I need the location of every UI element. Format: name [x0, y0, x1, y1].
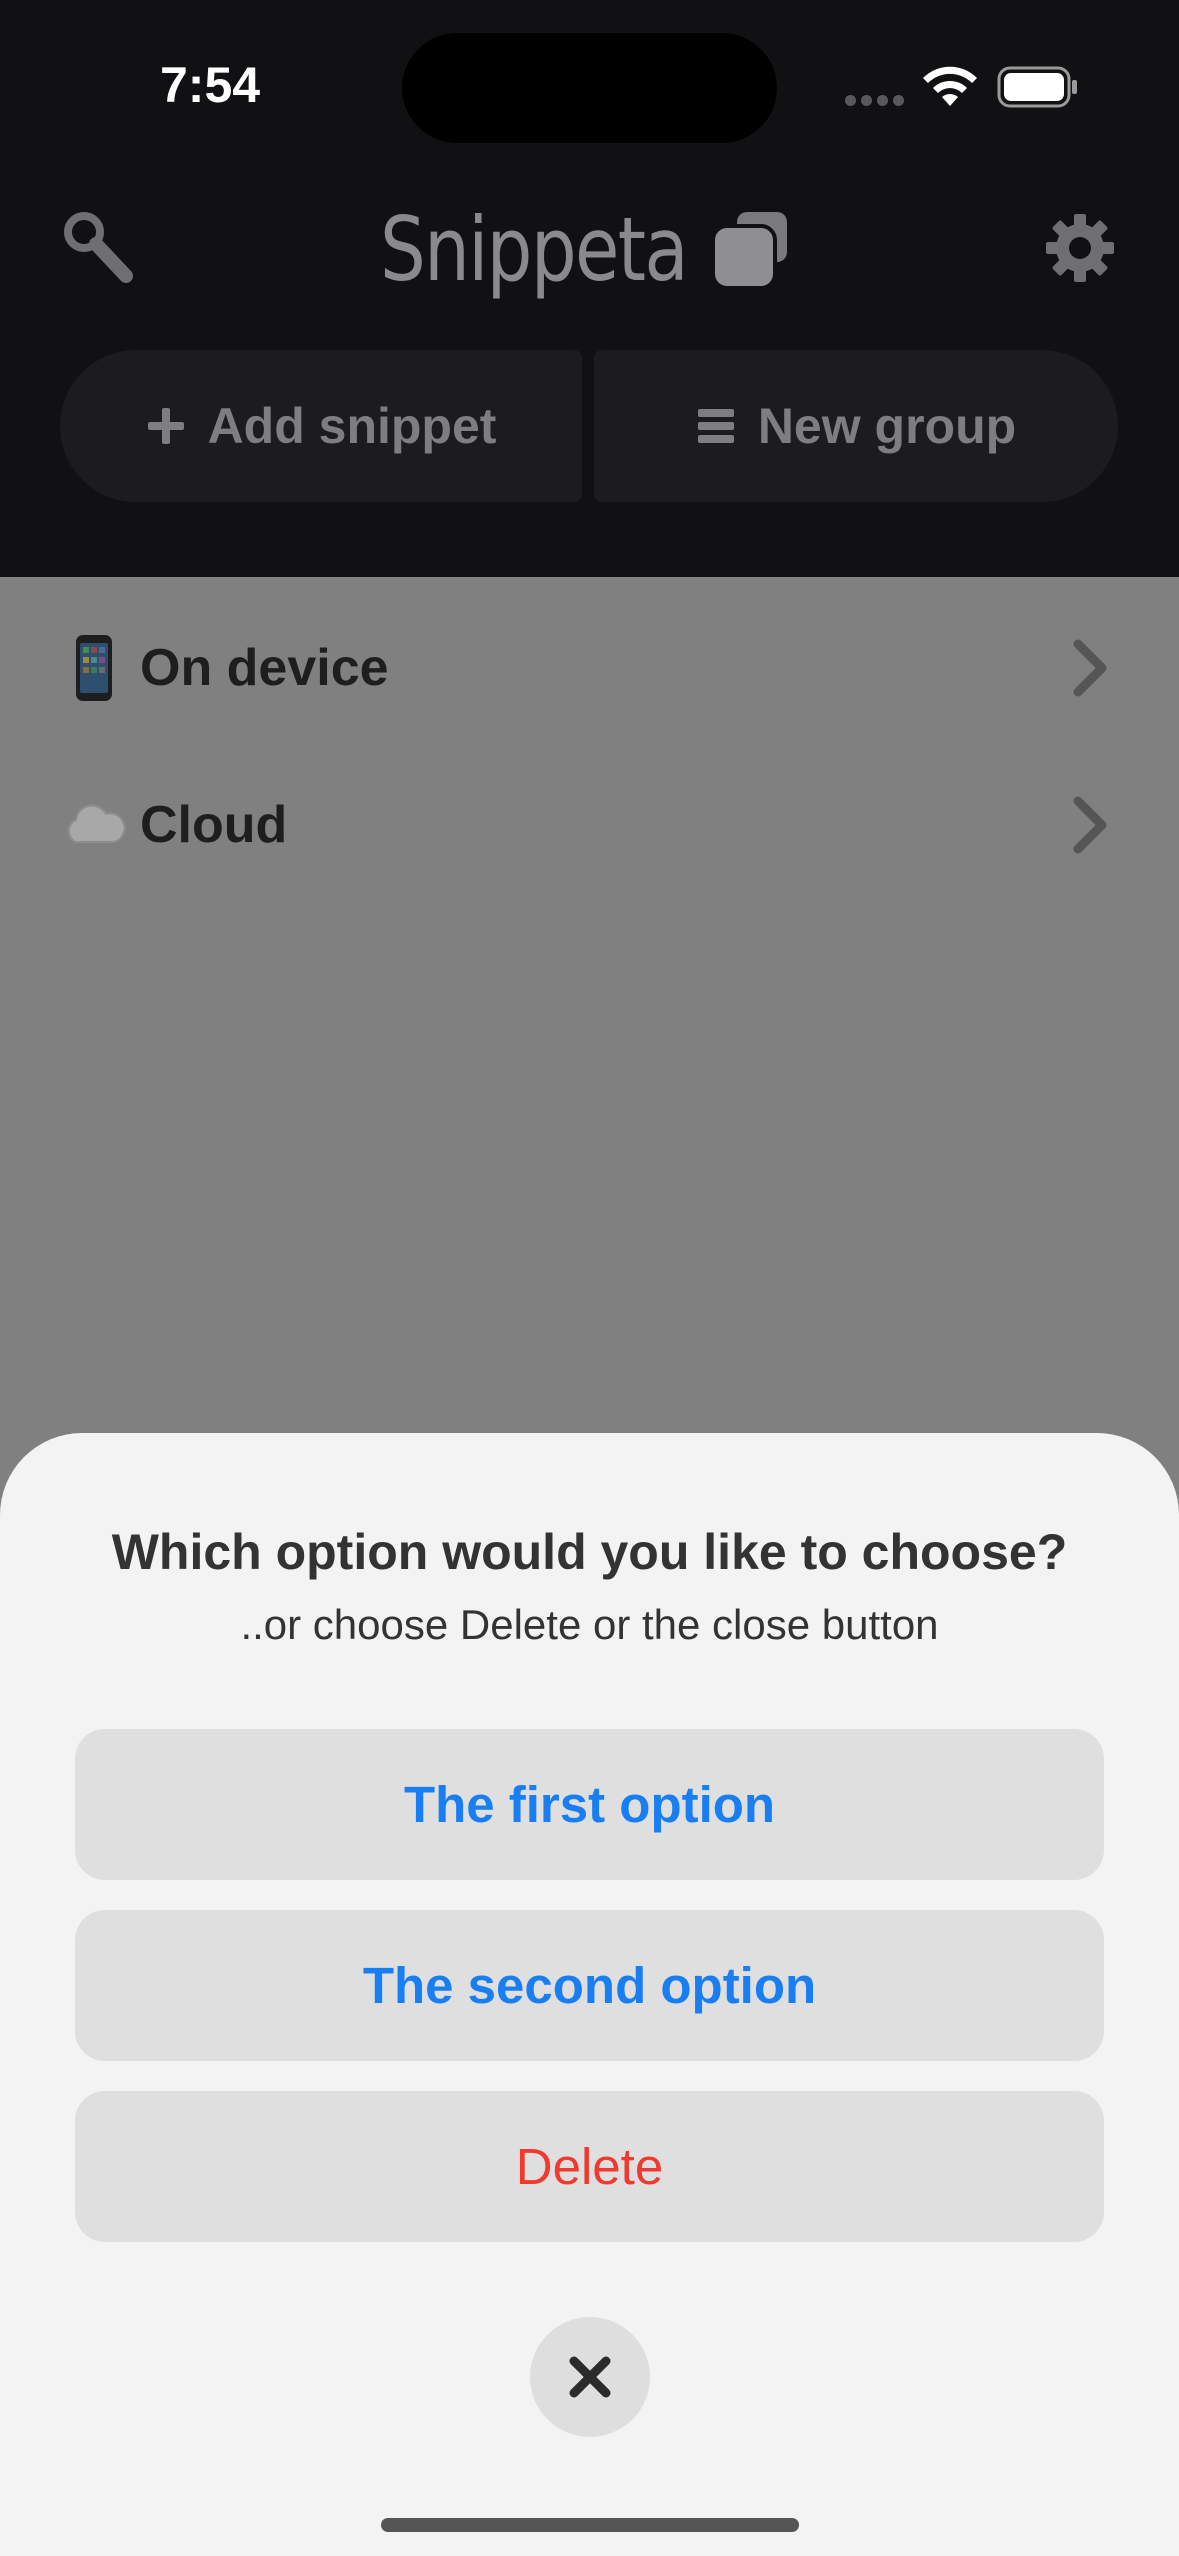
close-icon — [569, 2356, 611, 2398]
list-item-cloud[interactable]: Cloud — [0, 750, 1179, 900]
chevron-right-icon — [1073, 796, 1107, 854]
app-logo: Snippeta — [380, 190, 800, 310]
first-option-button[interactable]: The first option — [75, 1729, 1104, 1880]
app-header: 7:54 Snippeta Add snippet New group — [0, 0, 1179, 577]
logo-squares-icon — [711, 212, 787, 290]
sheet-subtitle: ..or choose Delete or the close button — [240, 1601, 939, 1648]
second-option-button[interactable]: The second option — [75, 1910, 1104, 2061]
search-icon[interactable] — [58, 208, 138, 288]
list-item-label: Cloud — [140, 796, 288, 854]
app-title: Snippeta — [380, 198, 689, 301]
plus-icon — [146, 406, 186, 446]
action-sheet: Which option would you like to choose? .… — [0, 1433, 1179, 2556]
dynamic-island — [402, 33, 777, 143]
add-snippet-button[interactable]: Add snippet — [60, 350, 582, 502]
mobile-phone-emoji-icon — [76, 635, 112, 701]
chevron-right-icon — [1073, 639, 1107, 697]
screen: 7:54 Snippeta Add snippet New group On d… — [0, 0, 1179, 2556]
delete-button[interactable]: Delete — [75, 2091, 1104, 2242]
new-group-button[interactable]: New group — [594, 350, 1118, 502]
wifi-icon — [923, 66, 977, 106]
list-item-label: On device — [140, 639, 389, 697]
close-button[interactable] — [530, 2317, 650, 2437]
gear-icon[interactable] — [1044, 212, 1116, 284]
action-bar: Add snippet New group — [60, 350, 1118, 502]
cloud-emoji-icon — [67, 804, 126, 843]
list-item-on-device[interactable]: On device — [0, 593, 1179, 743]
battery-icon — [997, 66, 1077, 108]
new-group-label: New group — [757, 398, 1017, 454]
cellular-signal-icon — [845, 95, 905, 107]
add-snippet-label: Add snippet — [207, 398, 497, 454]
home-indicator — [381, 2518, 799, 2532]
sheet-title: Which option would you like to choose? — [111, 1524, 1068, 1580]
list-icon — [696, 406, 736, 446]
status-time: 7:54 — [160, 57, 261, 113]
